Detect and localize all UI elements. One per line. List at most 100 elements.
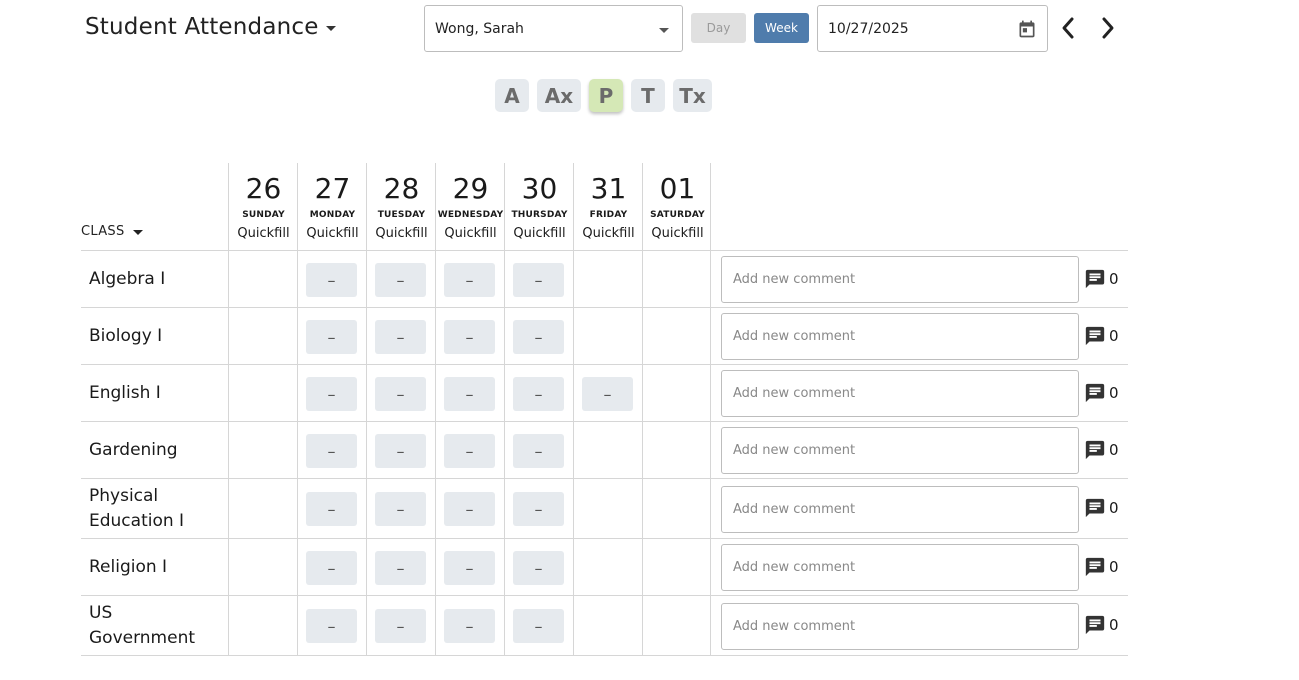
chevron-left-icon: [1062, 17, 1074, 39]
quickfill-link[interactable]: Quickfill: [574, 226, 643, 241]
quickfill-link[interactable]: Quickfill: [298, 226, 367, 241]
caret-down-icon: [132, 230, 143, 235]
table-row: Physical Education I – – – – Add new comment 0: [81, 479, 1128, 539]
quickfill-link[interactable]: Quickfill: [643, 226, 712, 241]
comment-input[interactable]: Add new comment: [721, 370, 1079, 417]
comment-icon[interactable]: [1084, 439, 1106, 461]
attendance-cell-button[interactable]: –: [306, 377, 357, 411]
attendance-cell-button[interactable]: –: [513, 320, 564, 354]
calendar-icon[interactable]: [1017, 19, 1037, 39]
table-row: English I – – – – – Add new comment 0: [81, 365, 1128, 422]
comment-count: 0: [1109, 499, 1119, 517]
page-title-menu[interactable]: Student Attendance: [85, 14, 336, 40]
comment-input[interactable]: Add new comment: [721, 486, 1079, 533]
attendance-cell-button[interactable]: –: [375, 434, 426, 468]
comment-icon[interactable]: [1084, 382, 1106, 404]
comment-icon[interactable]: [1084, 556, 1106, 578]
attendance-cell-button[interactable]: –: [306, 263, 357, 297]
attendance-cell-button[interactable]: –: [513, 609, 564, 643]
comment-input[interactable]: Add new comment: [721, 427, 1079, 474]
attendance-cell-button[interactable]: –: [444, 320, 495, 354]
attendance-cell-button[interactable]: –: [375, 609, 426, 643]
day-name: FRIDAY: [589, 210, 628, 220]
attendance-cell-button[interactable]: –: [375, 320, 426, 354]
attendance-cell-button[interactable]: –: [513, 434, 564, 468]
attendance-cell-button[interactable]: –: [444, 551, 495, 585]
status-chip-bar: A Ax P T Tx: [495, 79, 712, 112]
comment-input[interactable]: Add new comment: [721, 313, 1079, 360]
comment-icon[interactable]: [1084, 325, 1106, 347]
comment-count: 0: [1109, 270, 1119, 288]
attendance-cell-button[interactable]: –: [444, 377, 495, 411]
day-name: SATURDAY: [650, 210, 705, 220]
comment-count: 0: [1109, 441, 1119, 459]
attendance-cell-button[interactable]: –: [513, 492, 564, 526]
day-number: 31: [590, 172, 627, 205]
date-field-value: 10/27/2025: [828, 20, 909, 37]
status-chip-a[interactable]: A: [495, 79, 529, 112]
comment-icon[interactable]: [1084, 614, 1106, 636]
table-row: Biology I – – – – Add new comment 0: [81, 308, 1128, 365]
attendance-cell-button[interactable]: –: [582, 377, 633, 411]
class-name: Algebra I: [89, 269, 166, 289]
class-sort-header[interactable]: CLASS: [81, 224, 143, 239]
attendance-cell-button[interactable]: –: [375, 551, 426, 585]
page-title: Student Attendance: [85, 14, 319, 40]
attendance-cell-button[interactable]: –: [375, 263, 426, 297]
status-chip-p[interactable]: P: [589, 79, 623, 112]
status-chip-t[interactable]: T: [631, 79, 665, 112]
attendance-cell-button[interactable]: –: [306, 609, 357, 643]
caret-down-icon: [659, 28, 669, 33]
quickfill-link[interactable]: Quickfill: [436, 226, 505, 241]
comment-input[interactable]: Add new comment: [721, 603, 1079, 650]
day-name: SUNDAY: [242, 210, 285, 220]
comment-input[interactable]: Add new comment: [721, 256, 1079, 303]
quickfill-link[interactable]: Quickfill: [367, 226, 436, 241]
day-name: MONDAY: [309, 210, 356, 220]
attendance-cell-button[interactable]: –: [444, 609, 495, 643]
attendance-cell-button[interactable]: –: [375, 377, 426, 411]
attendance-cell-button[interactable]: –: [444, 263, 495, 297]
attendance-cell-button[interactable]: –: [306, 551, 357, 585]
week-view-button[interactable]: Week: [754, 13, 809, 43]
attendance-cell-button[interactable]: –: [306, 434, 357, 468]
chevron-right-icon: [1102, 17, 1114, 39]
attendance-cell-button[interactable]: –: [513, 263, 564, 297]
day-name: THURSDAY: [511, 210, 568, 220]
status-chip-ax[interactable]: Ax: [537, 79, 581, 112]
date-field[interactable]: 10/27/2025: [817, 5, 1048, 52]
student-select[interactable]: Wong, Sarah: [424, 5, 683, 52]
caret-down-icon: [325, 25, 336, 31]
table-row: Algebra I – – – – Add new comment 0: [81, 251, 1128, 308]
day-view-button[interactable]: Day: [691, 13, 746, 43]
class-header-label: CLASS: [81, 224, 125, 239]
comment-input[interactable]: Add new comment: [721, 544, 1079, 591]
quickfill-link[interactable]: Quickfill: [229, 226, 298, 241]
comment-icon[interactable]: [1084, 497, 1106, 519]
status-chip-tx[interactable]: Tx: [673, 79, 712, 112]
comment-count: 0: [1109, 558, 1119, 576]
class-name: Gardening: [89, 440, 178, 460]
student-select-value: Wong, Sarah: [435, 20, 524, 37]
class-name: Physical Education I: [89, 486, 185, 531]
attendance-cell-button[interactable]: –: [444, 492, 495, 526]
attendance-cell-button[interactable]: –: [375, 492, 426, 526]
table-row: Gardening – – – – Add new comment 0: [81, 422, 1128, 479]
previous-week-button[interactable]: [1057, 14, 1079, 42]
day-number: 29: [452, 172, 489, 205]
day-number: 28: [383, 172, 420, 205]
next-week-button[interactable]: [1097, 14, 1119, 42]
class-name: Biology I: [89, 326, 163, 346]
attendance-cell-button[interactable]: –: [444, 434, 495, 468]
attendance-cell-button[interactable]: –: [306, 492, 357, 526]
attendance-cell-button[interactable]: –: [513, 377, 564, 411]
comment-count: 0: [1109, 616, 1119, 634]
comment-icon[interactable]: [1084, 268, 1106, 290]
comment-count: 0: [1109, 384, 1119, 402]
quickfill-link[interactable]: Quickfill: [505, 226, 574, 241]
table-row: US Government – – – – Add new comment 0: [81, 596, 1128, 656]
attendance-cell-button[interactable]: –: [306, 320, 357, 354]
attendance-cell-button[interactable]: –: [513, 551, 564, 585]
comment-count: 0: [1109, 327, 1119, 345]
day-number: 01: [659, 172, 696, 205]
